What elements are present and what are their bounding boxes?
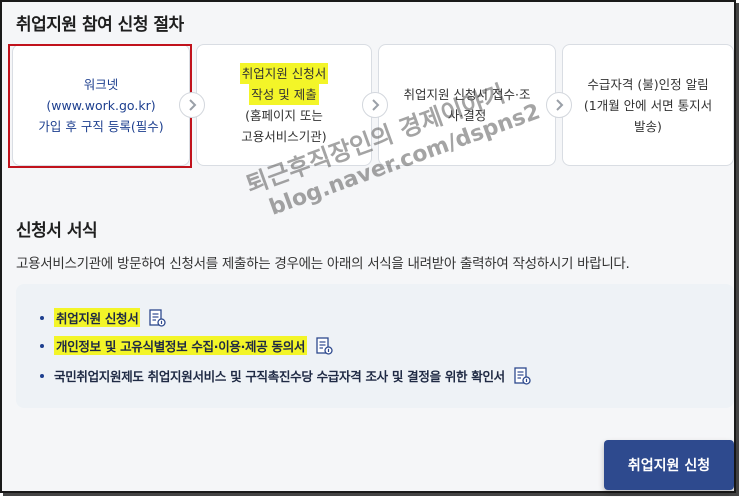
document-download-icon[interactable] xyxy=(513,366,531,385)
document-download-icon[interactable] xyxy=(148,308,167,327)
steps-section-title: 취업지원 참여 신청 절차 xyxy=(16,15,184,35)
chevron-right-icon xyxy=(362,92,388,118)
step-3-line-1: 취업지원 신청서 접수·조 xyxy=(403,87,531,102)
step-3-card: 취업지원 신청서 접수·조 사·결정 xyxy=(378,44,556,166)
step-4-card: 수급자격 (불)인정 알림 (1개월 안에 서면 통지서 발송) xyxy=(562,44,734,166)
form-item-label[interactable]: 개인정보 및 고유식별정보 수집·이용·제공 동의서 xyxy=(54,336,308,355)
bullet-dot xyxy=(40,373,44,378)
step-2-line-3: (홈페이지 또는 xyxy=(245,108,323,123)
forms-section-title: 신청서 서식 xyxy=(16,221,98,241)
form-item-label[interactable]: 취업지원 신청서 xyxy=(54,308,141,327)
form-item-confirmation[interactable]: 국민취업지원제도 취업지원서비스 및 구직촉진수당 수급자격 조사 및 결정을 … xyxy=(40,366,531,385)
step-4-line-3: 발송) xyxy=(634,118,662,134)
bullet-dot xyxy=(40,343,44,348)
step-2-line-1: 취업지원 신청서 xyxy=(239,63,329,84)
step-1-line-2: (www.work.go.kr) xyxy=(46,97,156,113)
form-item-consent[interactable]: 개인정보 및 고유식별정보 수집·이용·제공 동의서 xyxy=(40,336,333,355)
step-1-line-1: 워크넷 xyxy=(83,76,119,92)
forms-list: 취업지원 신청서 개인정보 및 고유식별정보 수집·이용·제공 동의서 국민취업… xyxy=(16,284,734,408)
bullet-dot xyxy=(40,315,44,320)
step-1-line-3: 가입 후 구직 등록(필수) xyxy=(38,118,164,134)
document-download-icon[interactable] xyxy=(315,336,333,355)
procedure-steps: 워크넷 (www.work.go.kr) 가입 후 구직 등록(필수) 취업지원… xyxy=(8,44,736,168)
step-1-card: 워크넷 (www.work.go.kr) 가입 후 구직 등록(필수) xyxy=(12,44,190,166)
step-4-line-2: (1개월 안에 서면 통지서 xyxy=(583,97,713,113)
forms-description: 고용서비스기관에 방문하여 신청서를 제출하는 경우에는 아래의 서식을 내려받… xyxy=(16,256,630,272)
step-2-line-4: 고용서비스기관) xyxy=(241,129,327,144)
form-item-label[interactable]: 국민취업지원제도 취업지원서비스 및 구직촉진수당 수급자격 조사 및 결정을 … xyxy=(54,366,505,385)
step-3-line-2: 사·결정 xyxy=(447,108,487,123)
step-4-line-1: 수급자격 (불)인정 알림 xyxy=(587,76,709,92)
step-2-line-2: 작성 및 제출 xyxy=(249,84,319,105)
chevron-right-icon xyxy=(179,92,205,118)
form-item-application[interactable]: 취업지원 신청서 xyxy=(40,308,167,327)
chevron-right-icon xyxy=(546,92,572,118)
step-2-card: 취업지원 신청서 작성 및 제출 (홈페이지 또는 고용서비스기관) xyxy=(196,44,372,166)
apply-button[interactable]: 취업지원 신청 xyxy=(604,440,734,490)
page-frame: 취업지원 참여 신청 절차 워크넷 (www.work.go.kr) 가입 후 … xyxy=(0,0,736,493)
